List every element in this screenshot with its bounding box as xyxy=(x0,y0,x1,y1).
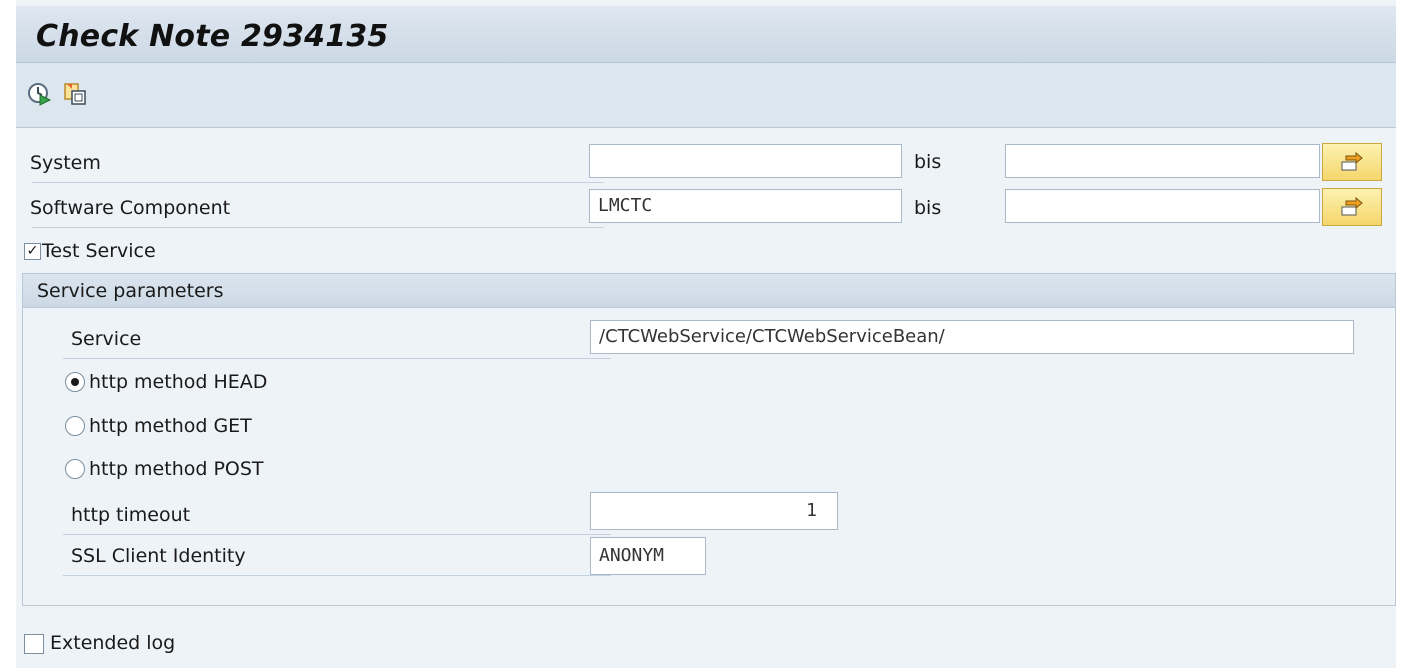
http-timeout-label: http timeout xyxy=(71,504,191,526)
selection-screen: Check Note 2934135 System bis Software C… xyxy=(16,0,1396,668)
service-row: Service xyxy=(63,320,611,359)
software-component-to-input[interactable] xyxy=(1005,189,1320,223)
software-component-row: Software Component xyxy=(30,189,604,228)
system-to-input[interactable] xyxy=(1005,144,1320,178)
system-bis-label: bis xyxy=(914,151,942,173)
multiple-selection-arrow-icon xyxy=(1341,197,1363,216)
software-component-from-input[interactable]: LMCTC xyxy=(589,189,902,223)
http-post-radio[interactable] xyxy=(65,459,85,479)
http-head-label: http method HEAD xyxy=(89,371,268,393)
system-row: System xyxy=(30,144,604,183)
ssl-client-identity-row: SSL Client Identity xyxy=(63,537,611,576)
execute-clock-icon[interactable] xyxy=(26,81,52,107)
http-timeout-input[interactable]: 1 xyxy=(590,492,838,530)
application-toolbar xyxy=(16,63,1396,128)
test-service-checkbox[interactable]: ✓ xyxy=(24,243,41,260)
http-timeout-row: http timeout xyxy=(63,496,611,535)
http-post-label: http method POST xyxy=(89,458,264,480)
http-get-label: http method GET xyxy=(89,415,252,437)
service-parameters-group: Service parameters Service /CTCWebServic… xyxy=(22,273,1396,606)
software-component-multiple-selection-button[interactable] xyxy=(1322,188,1382,226)
system-from-input[interactable] xyxy=(589,144,902,178)
ssl-client-identity-label: SSL Client Identity xyxy=(71,545,246,567)
system-label: System xyxy=(30,152,101,174)
service-label: Service xyxy=(71,328,142,350)
http-head-radio[interactable] xyxy=(65,372,85,392)
extended-log-checkbox[interactable] xyxy=(24,634,44,654)
http-get-radio[interactable] xyxy=(65,416,85,436)
service-parameters-header: Service parameters xyxy=(23,274,1395,308)
service-input[interactable]: /CTCWebService/CTCWebServiceBean/ xyxy=(590,320,1354,354)
system-multiple-selection-button[interactable] xyxy=(1322,143,1382,181)
copy-variant-icon[interactable] xyxy=(62,81,88,107)
software-component-bis-label: bis xyxy=(914,197,942,219)
multiple-selection-arrow-icon xyxy=(1341,152,1363,171)
page-title: Check Note 2934135 xyxy=(36,19,389,54)
ssl-client-identity-input[interactable]: ANONYM xyxy=(590,537,706,575)
extended-log-label: Extended log xyxy=(50,632,176,654)
software-component-label: Software Component xyxy=(30,197,231,219)
title-bar: Check Note 2934135 xyxy=(16,6,1396,63)
test-service-label: Test Service xyxy=(42,240,156,262)
